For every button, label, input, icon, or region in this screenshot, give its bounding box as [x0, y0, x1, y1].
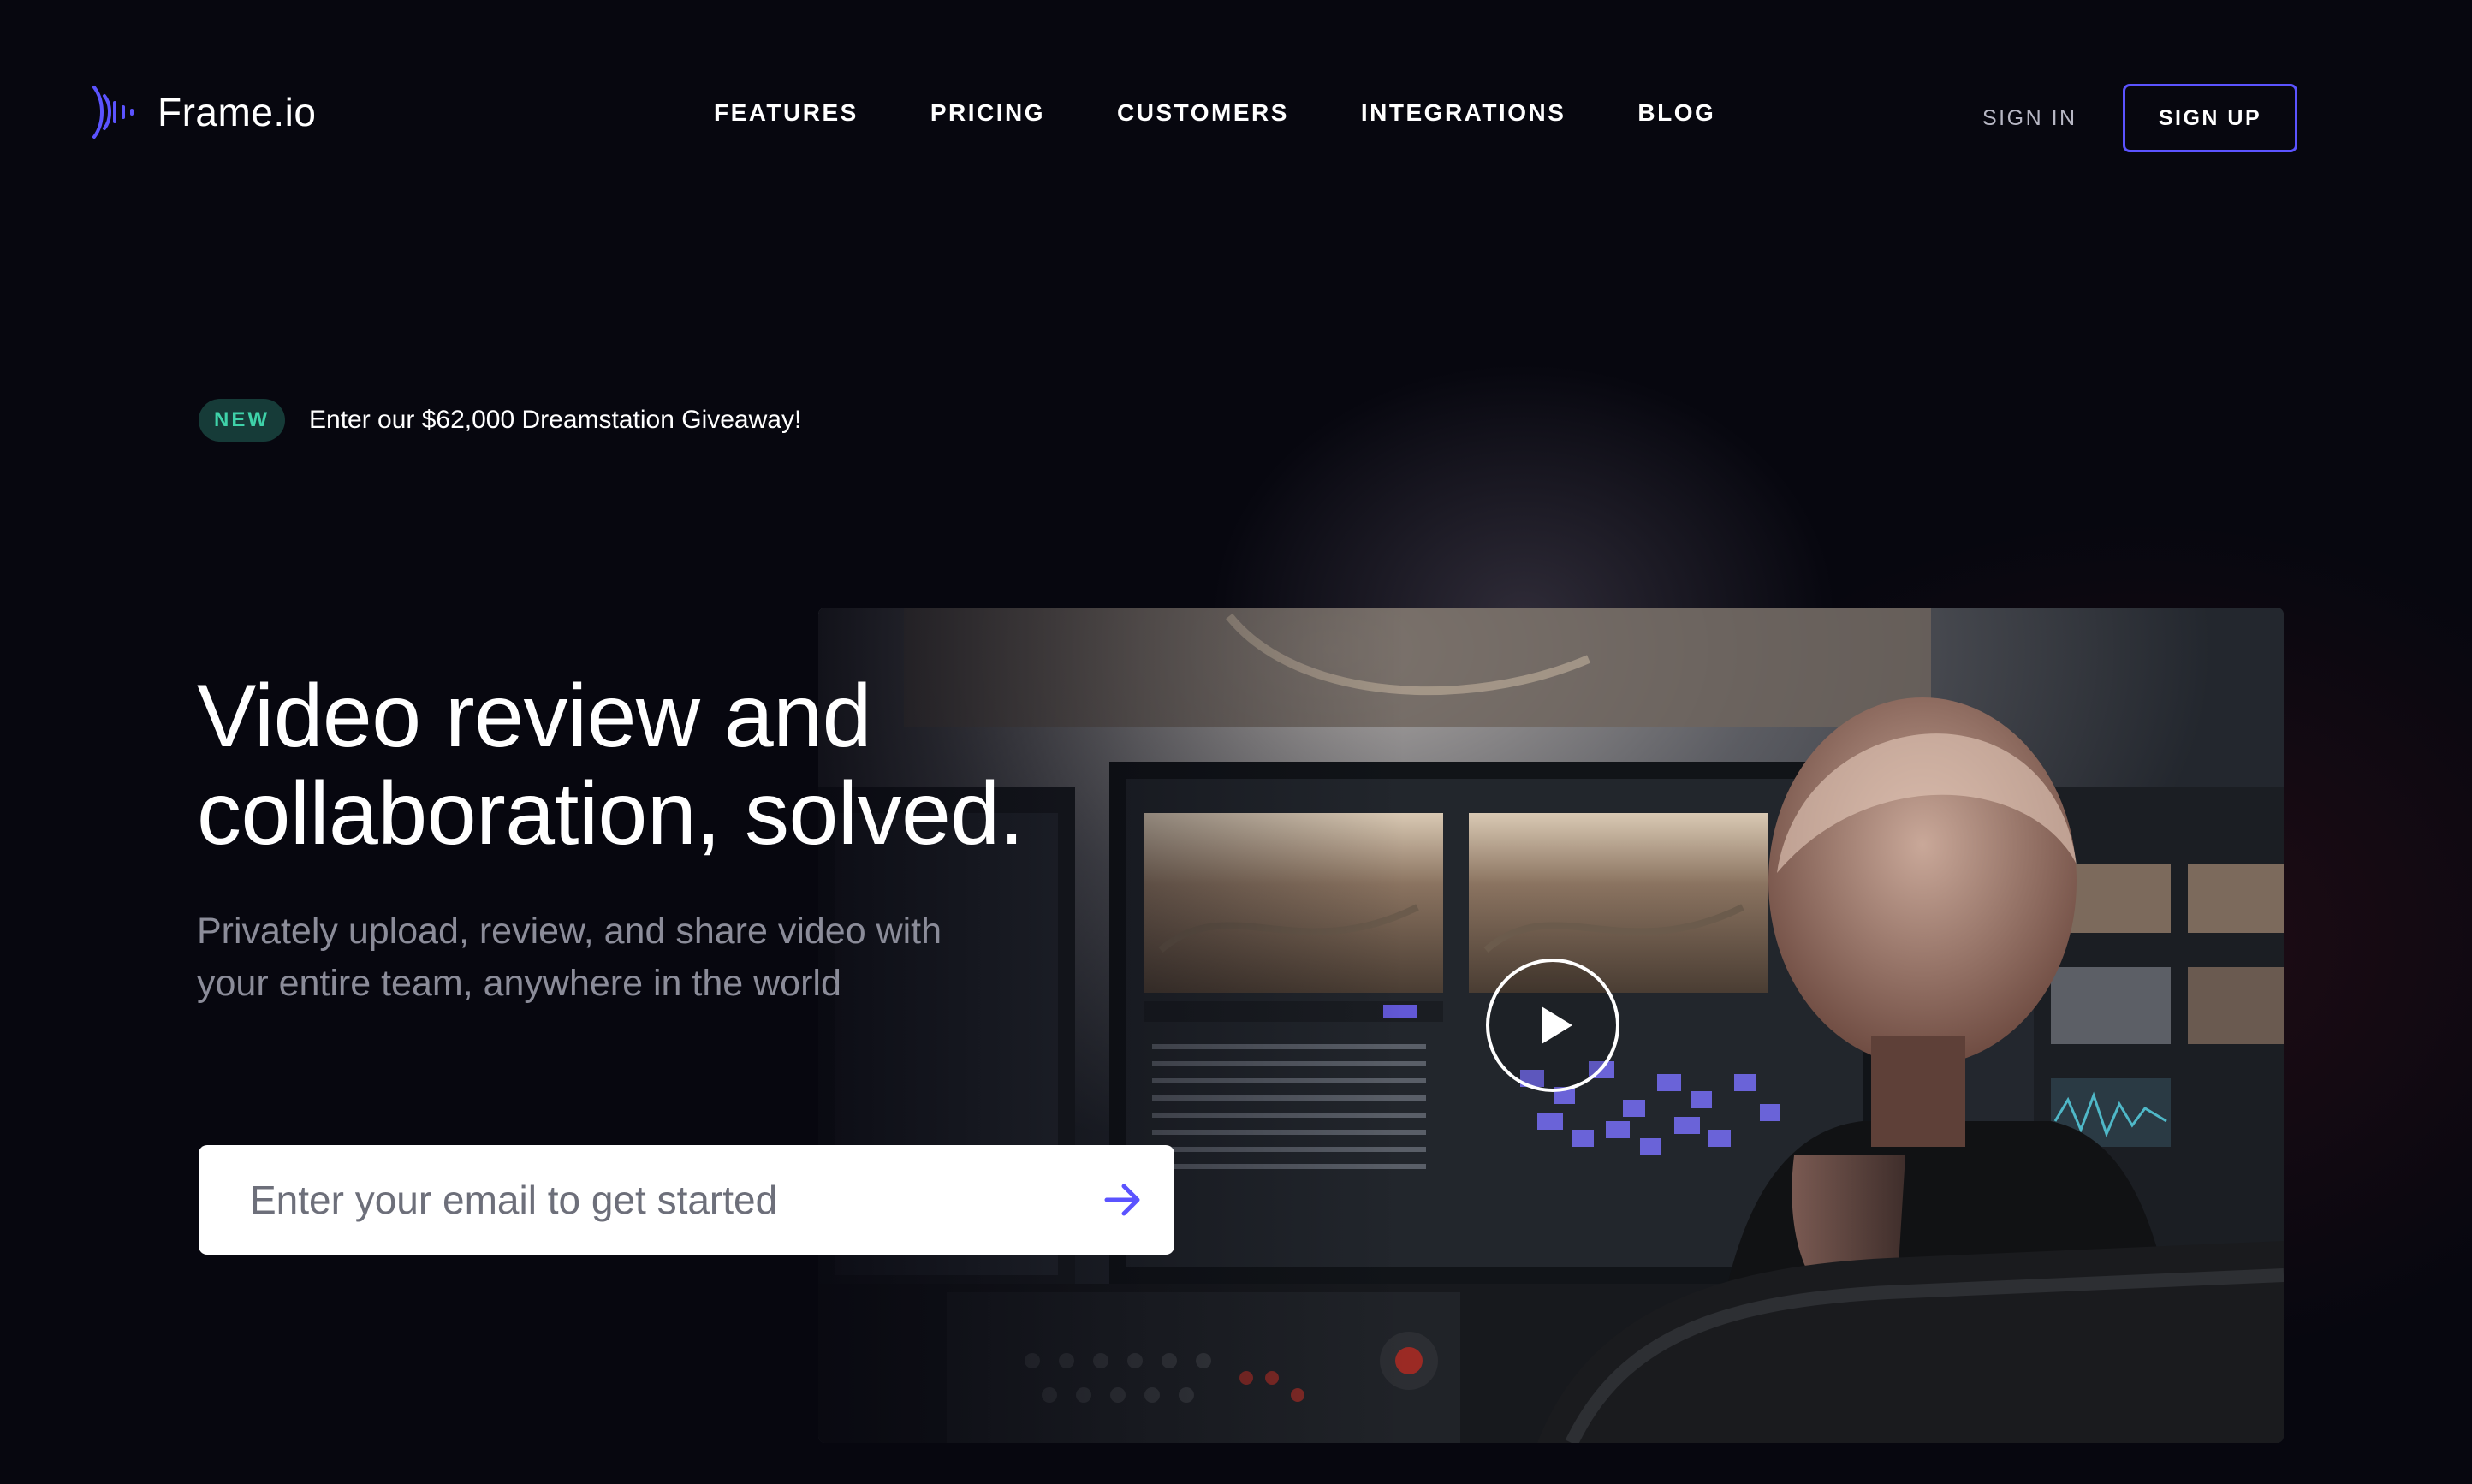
hero-subtitle: Privately upload, review, and share vide… — [197, 905, 1019, 1010]
hero-subtitle-line2: your entire team, anywhere in the world — [197, 963, 841, 1004]
email-signup-form — [199, 1145, 1174, 1255]
sign-in-link[interactable]: SIGN IN — [1982, 106, 2077, 131]
hero-title: Video review and collaboration, solved. — [197, 668, 1053, 863]
page: Frame.io FEATURES PRICING CUSTOMERS INTE… — [0, 0, 2472, 1484]
nav-features[interactable]: FEATURES — [714, 99, 859, 127]
logo[interactable]: Frame.io — [89, 82, 316, 142]
announcement-banner[interactable]: NEW Enter our $62,000 Dreamstation Givea… — [199, 399, 801, 442]
nav-links: FEATURES PRICING CUSTOMERS INTEGRATIONS … — [714, 99, 1715, 127]
play-button[interactable] — [1486, 959, 1619, 1092]
sign-up-button[interactable]: SIGN UP — [2123, 84, 2297, 152]
nav-integrations[interactable]: INTEGRATIONS — [1361, 99, 1566, 127]
announcement-text: Enter our $62,000 Dreamstation Giveaway! — [309, 406, 802, 434]
hero-title-line1: Video review and — [197, 667, 871, 766]
arrow-right-icon — [1104, 1184, 1140, 1216]
hero-subtitle-line1: Privately upload, review, and share vide… — [197, 911, 942, 952]
logo-text: Frame.io — [157, 90, 317, 134]
new-badge: NEW — [199, 399, 285, 442]
nav-pricing[interactable]: PRICING — [930, 99, 1045, 127]
nav-customers[interactable]: CUSTOMERS — [1117, 99, 1289, 127]
hero-title-line2: collaboration, solved. — [197, 764, 1025, 864]
sound-wave-icon — [92, 86, 134, 139]
nav-blog[interactable]: BLOG — [1637, 99, 1715, 127]
top-nav: Frame.io FEATURES PRICING CUSTOMERS INTE… — [0, 0, 2472, 231]
submit-button[interactable] — [1072, 1145, 1174, 1255]
play-icon — [1542, 1006, 1572, 1044]
email-input[interactable] — [199, 1145, 1072, 1255]
